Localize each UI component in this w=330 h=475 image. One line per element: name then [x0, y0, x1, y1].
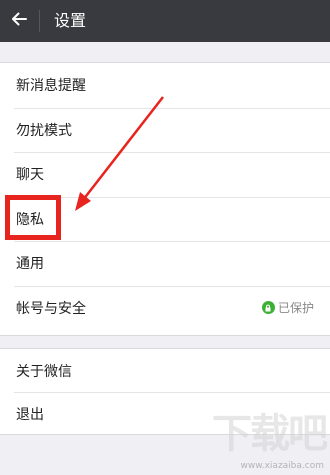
watermark-logo: 下载吧 [212, 411, 328, 457]
settings-item-privacy[interactable]: 隐私 [0, 196, 330, 242]
settings-item-label: 聊天 [16, 167, 44, 184]
settings-item-do-not-disturb[interactable]: 勿扰模式 [0, 107, 330, 153]
settings-item-label: 帐号与安全 [16, 300, 86, 317]
watermark-url: www.xiazaiba.com [240, 461, 324, 471]
protection-status-text: 已保护 [277, 301, 314, 316]
settings-item-label: 新消息提醒 [16, 78, 86, 95]
settings-item-account-security[interactable]: 帐号与安全 已保护 [0, 285, 330, 331]
lock-icon [261, 301, 275, 315]
back-button[interactable] [0, 0, 38, 42]
settings-item-label: 通用 [16, 256, 44, 273]
topbar-divider [39, 10, 40, 32]
settings-group-main: 新消息提醒 勿扰模式 聊天 隐私 通用 帐号与安全 已保护 [0, 62, 330, 336]
back-arrow-icon [10, 10, 28, 32]
settings-item-label: 关于微信 [16, 363, 72, 380]
protection-status: 已保护 [261, 286, 314, 331]
page-title: 设置 [54, 11, 87, 30]
settings-item-label: 隐私 [16, 211, 44, 228]
settings-item-about-wechat[interactable]: 关于微信 [0, 349, 330, 392]
settings-item-chat[interactable]: 聊天 [0, 152, 330, 197]
settings-item-general[interactable]: 通用 [0, 241, 330, 286]
settings-item-new-message[interactable]: 新消息提醒 [0, 63, 330, 108]
top-bar: 设置 [0, 0, 330, 42]
settings-item-label: 勿扰模式 [16, 122, 72, 139]
settings-item-label: 退出 [16, 406, 44, 423]
